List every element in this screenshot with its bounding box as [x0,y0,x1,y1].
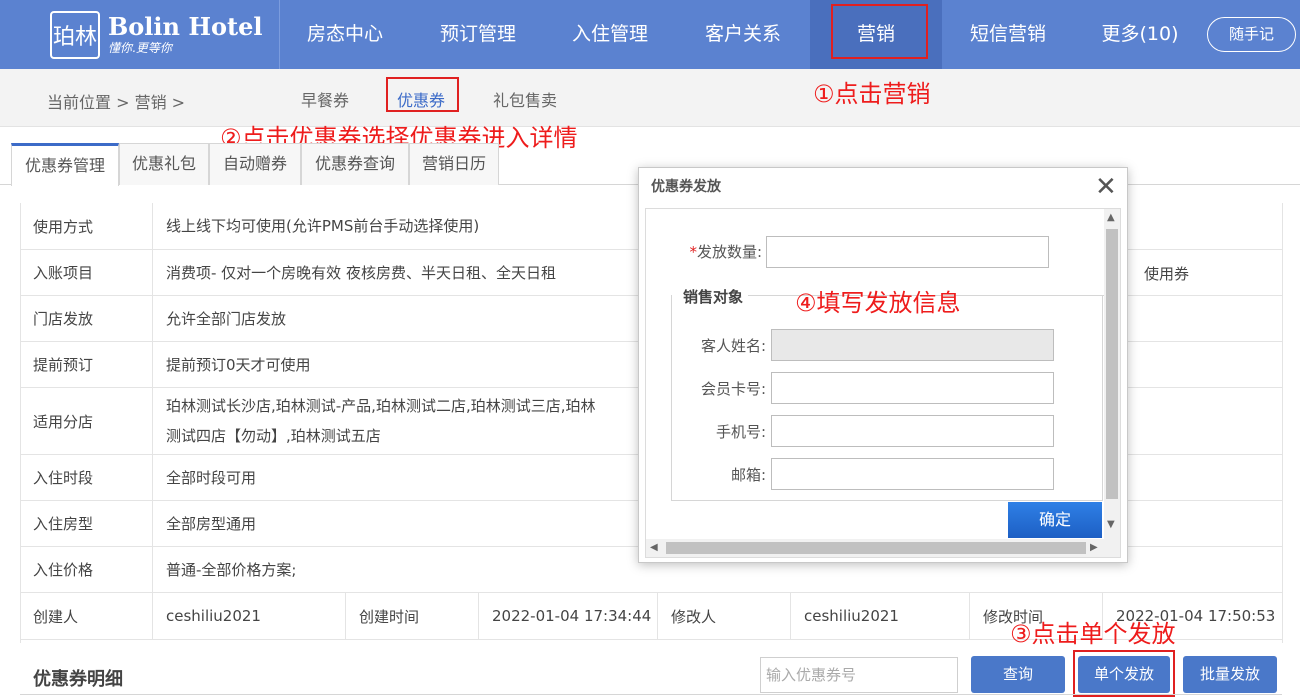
row-value: 消费项- 仅对一个房晚有效 夜核房费、半天日租、全天日租 [166,263,556,282]
created-time-label: 创建时间 [345,593,478,639]
nav-customer-relations[interactable]: 客户关系 [678,0,808,69]
quantity-label: *发放数量: [689,243,762,261]
nav-room-status[interactable]: 房态中心 [288,0,402,69]
row-label: 入住时段 [20,455,153,500]
notes-button[interactable]: 随手记 [1207,17,1296,52]
annotation-box-single-issue [1073,650,1175,697]
dialog-body: *发放数量: 销售对象 客人姓名: 会员卡号: 手机号: 邮箱: 确定 ▲ ▼ … [645,208,1121,558]
phone-input[interactable] [771,415,1054,447]
coupon-number-input[interactable]: 输入优惠券号 [760,657,958,693]
member-card-label: 会员卡号: [700,380,766,398]
issue-coupon-dialog: 优惠券发放 ✕ *发放数量: 销售对象 客人姓名: 会员卡号: 手机号: 邮箱:… [638,167,1128,563]
vertical-scrollbar[interactable]: ▲ ▼ [1104,209,1120,539]
scroll-up-icon[interactable]: ▲ [1107,212,1115,223]
annotation-step3: ③点击单个发放 [1010,620,1176,648]
logo-mark: 珀林 [50,11,100,59]
confirm-button[interactable]: 确定 [1008,502,1102,538]
row-label: 入住价格 [20,547,153,592]
nav-more[interactable]: 更多(10) [1080,0,1200,69]
top-navigation-bar: 珀林 Bolin Hotel 懂你.更等你 房态中心 预订管理 入住管理 客户关… [0,0,1300,69]
logo[interactable]: 珀林 Bolin Hotel 懂你.更等你 [50,10,263,60]
logo-slogan: 懂你.更等你 [108,41,172,55]
query-button[interactable]: 查询 [971,656,1065,693]
guest-name-label: 客人姓名: [700,337,766,355]
modifier-value: ceshiliu2021 [790,593,970,639]
creator-value: ceshiliu2021 [166,607,261,625]
scrollbar-thumb[interactable] [666,542,1086,554]
tab-coupon-query[interactable]: 优惠券查询 [301,143,409,185]
created-time-value: 2022-01-04 17:34:44 [478,593,658,639]
logo-brand: Bolin Hotel [108,12,263,41]
close-icon[interactable]: ✕ [1095,174,1117,200]
coupon-details-title: 优惠券明细 [33,669,123,690]
row-value-line2: 测试四店【勿动】,珀林测试五店 [166,427,381,445]
scroll-left-icon[interactable]: ◀ [650,542,658,553]
row-value-line1: 珀林测试长沙店,珀林测试-产品,珀林测试二店,珀林测试三店,珀林 [166,397,596,415]
member-card-input[interactable] [771,372,1054,404]
section-divider [20,694,1282,695]
dialog-title: 优惠券发放 [651,179,721,195]
row-label: 适用分店 [20,388,153,454]
modifier-label: 修改人 [657,593,790,639]
annotation-step4: ④填写发放信息 [795,289,961,317]
row-label: 使用方式 [20,203,153,249]
tab-coupon-management[interactable]: 优惠券管理 [11,143,119,186]
nav-reservations[interactable]: 预订管理 [413,0,543,69]
nav-sms-marketing[interactable]: 短信营销 [945,0,1071,69]
tab-marketing-calendar[interactable]: 营销日历 [409,143,499,185]
sub-navigation: 当前位置 > 营销 > 早餐券 优惠券 礼包售卖 [0,69,1300,127]
nav-checkin[interactable]: 入住管理 [545,0,675,69]
row-value-right: 使用券 [1144,265,1190,283]
scrollbar-thumb[interactable] [1106,229,1118,499]
tab-promo-package[interactable]: 优惠礼包 [119,143,209,185]
row-label: 门店发放 [20,296,153,341]
email-input[interactable] [771,458,1054,490]
quantity-input[interactable] [766,236,1049,268]
batch-issue-button[interactable]: 批量发放 [1183,656,1277,693]
sales-target-legend: 销售对象 [683,288,744,306]
breadcrumb: 当前位置 > 营销 > [47,93,186,112]
logo-divider [279,0,280,69]
table-right-border [1282,203,1283,643]
annotation-step1: ①点击营销 [813,80,931,108]
subtab-gift-package-sale[interactable]: 礼包售卖 [493,87,557,111]
creator-label: 创建人 [20,593,153,639]
row-label: 提前预订 [20,342,153,387]
scroll-down-icon[interactable]: ▼ [1107,519,1115,530]
phone-label: 手机号: [715,423,766,441]
tab-auto-gift-coupon[interactable]: 自动赠券 [209,143,301,185]
row-label: 入账项目 [20,250,153,295]
row-label: 入住房型 [20,501,153,546]
scroll-right-icon[interactable]: ▶ [1090,542,1098,553]
subtab-breakfast-voucher[interactable]: 早餐券 [301,87,349,111]
annotation-box-coupon [386,77,459,112]
email-label: 邮箱: [730,466,766,484]
guest-name-input [771,329,1054,361]
annotation-box-marketing [831,4,928,59]
horizontal-scrollbar[interactable]: ◀ ▶ [646,539,1120,557]
